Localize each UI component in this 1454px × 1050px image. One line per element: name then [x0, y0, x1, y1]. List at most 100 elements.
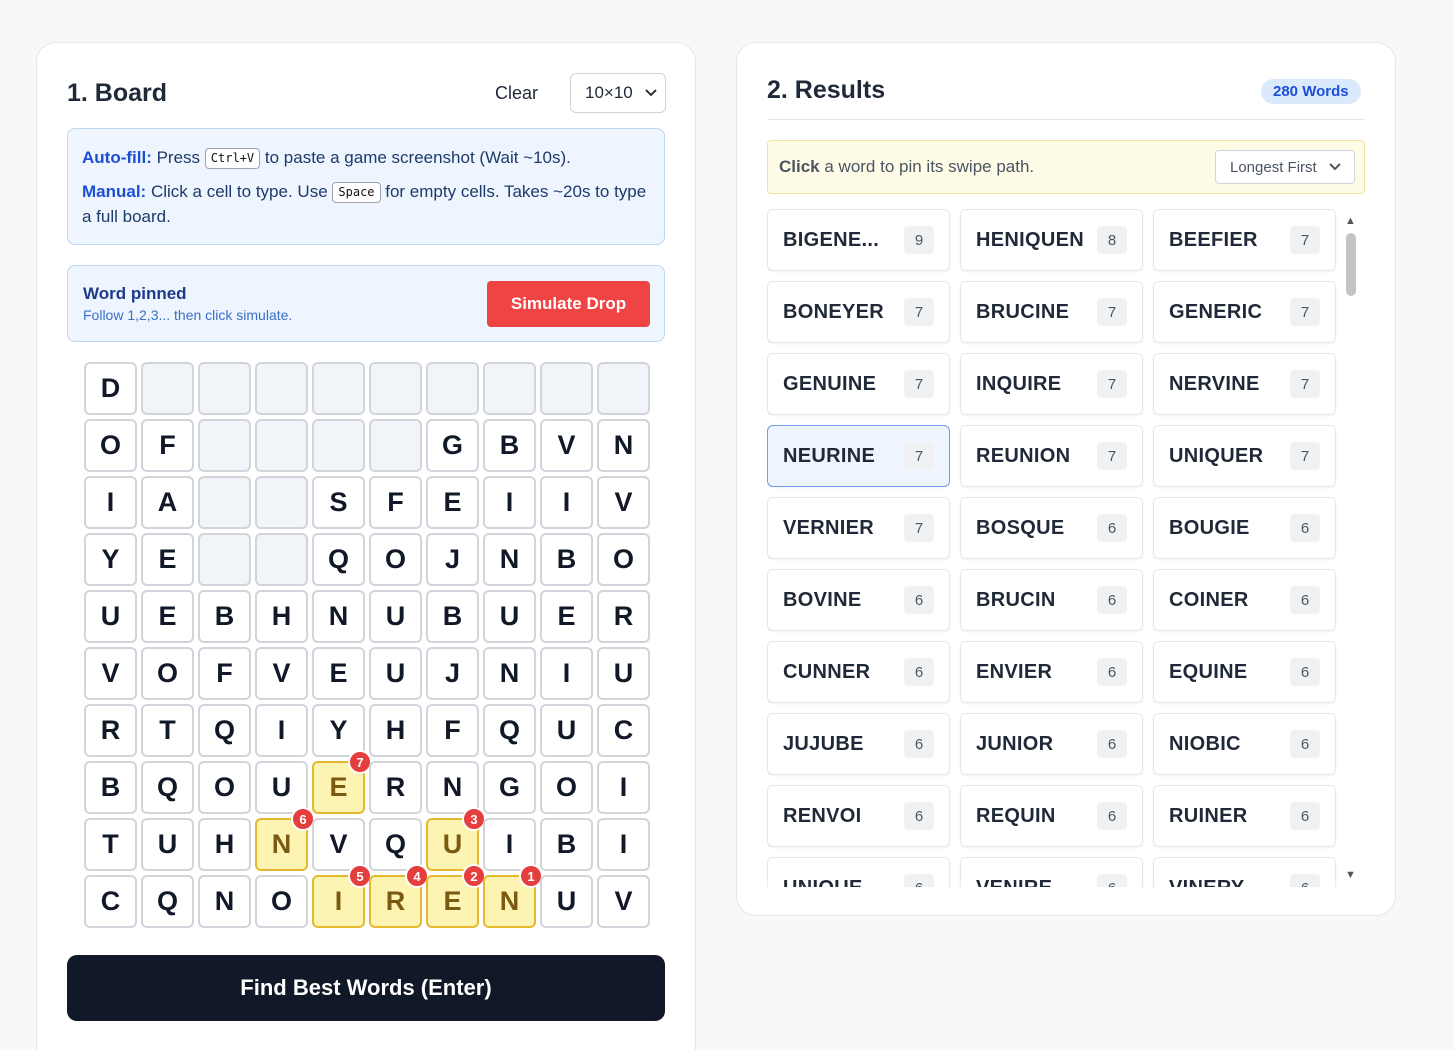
- board-cell[interactable]: N: [597, 419, 650, 472]
- board-size-select[interactable]: 10×10: [570, 73, 666, 113]
- board-cell[interactable]: O: [369, 533, 422, 586]
- board-cell[interactable]: Q: [312, 533, 365, 586]
- board-cell[interactable]: T: [141, 704, 194, 757]
- word-card[interactable]: JUNIOR 6: [960, 713, 1143, 775]
- board-cell[interactable]: T: [84, 818, 137, 871]
- board-cell[interactable]: O: [84, 419, 137, 472]
- board-cell[interactable]: N: [483, 533, 536, 586]
- board-cell[interactable]: V: [597, 476, 650, 529]
- board-cell[interactable]: U: [540, 704, 593, 757]
- board-cell[interactable]: J: [426, 647, 479, 700]
- word-card[interactable]: BOUGIE 6: [1153, 497, 1336, 559]
- board-cell[interactable]: N: [426, 761, 479, 814]
- board-cell[interactable]: [198, 362, 251, 415]
- board-cell[interactable]: N: [198, 875, 251, 928]
- board-cell[interactable]: F: [198, 647, 251, 700]
- results-list[interactable]: BIGENE... 9 HENIQUEN 8 BEEFIER 7 BONEYER 7 BRUCI…: [767, 209, 1337, 887]
- board-cell[interactable]: [198, 476, 251, 529]
- results-scrollbar[interactable]: ▲ ▼: [1343, 215, 1359, 881]
- board-cell[interactable]: E2: [426, 864, 486, 928]
- board-cell[interactable]: G: [483, 761, 536, 814]
- board-cell[interactable]: B: [84, 761, 137, 814]
- board-cell[interactable]: [369, 419, 422, 472]
- board-cell[interactable]: Q: [198, 704, 251, 757]
- board-cell[interactable]: I: [483, 818, 536, 871]
- word-card[interactable]: BONEYER 7: [767, 281, 950, 343]
- board-cell[interactable]: [312, 419, 365, 472]
- board-cell[interactable]: I: [540, 476, 593, 529]
- board-cell[interactable]: N: [483, 647, 536, 700]
- board-cell[interactable]: I: [483, 476, 536, 529]
- board-cell[interactable]: U: [84, 590, 137, 643]
- board-cell[interactable]: N1: [483, 864, 543, 928]
- board-cell[interactable]: B: [426, 590, 479, 643]
- board-cell[interactable]: C: [597, 704, 650, 757]
- board-cell[interactable]: R: [84, 704, 137, 757]
- word-card[interactable]: NEURINE 7: [767, 425, 950, 487]
- board-cell[interactable]: U: [141, 818, 194, 871]
- board-cell[interactable]: O: [198, 761, 251, 814]
- word-card[interactable]: VERNIER 7: [767, 497, 950, 559]
- word-card[interactable]: BIGENE... 9: [767, 209, 950, 271]
- board-cell[interactable]: I: [597, 761, 650, 814]
- board-cell[interactable]: R: [597, 590, 650, 643]
- word-card[interactable]: BOVINE 6: [767, 569, 950, 631]
- board-cell[interactable]: G: [426, 419, 479, 472]
- board-cell[interactable]: I: [540, 647, 593, 700]
- board-cell[interactable]: [198, 419, 251, 472]
- board-cell[interactable]: E: [141, 590, 194, 643]
- word-card[interactable]: RENVOI 6: [767, 785, 950, 847]
- board-cell[interactable]: E: [426, 476, 479, 529]
- board-cell[interactable]: R4: [369, 864, 429, 928]
- board-cell[interactable]: [255, 476, 308, 529]
- board-cell[interactable]: U: [369, 647, 422, 700]
- board-cell[interactable]: U3: [426, 807, 486, 871]
- board-cell[interactable]: V: [255, 647, 308, 700]
- board-cell[interactable]: J: [426, 533, 479, 586]
- board-cell[interactable]: U: [597, 647, 650, 700]
- board-cell[interactable]: B: [540, 818, 593, 871]
- simulate-drop-button[interactable]: Simulate Drop: [487, 281, 650, 327]
- word-card[interactable]: GENERIC 7: [1153, 281, 1336, 343]
- board-cell[interactable]: I: [84, 476, 137, 529]
- word-card[interactable]: BRUCINE 7: [960, 281, 1143, 343]
- board-cell[interactable]: H: [255, 590, 308, 643]
- board-cell[interactable]: C: [84, 875, 137, 928]
- board-cell[interactable]: Q: [483, 704, 536, 757]
- board-cell[interactable]: B: [198, 590, 251, 643]
- word-card[interactable]: CUNNER 6: [767, 641, 950, 703]
- word-card[interactable]: EQUINE 6: [1153, 641, 1336, 703]
- board-cell[interactable]: I: [255, 704, 308, 757]
- board-cell[interactable]: O: [141, 647, 194, 700]
- board-cell[interactable]: E: [540, 590, 593, 643]
- word-card[interactable]: HENIQUEN 8: [960, 209, 1143, 271]
- board-cell[interactable]: V: [312, 818, 365, 871]
- word-card[interactable]: BOSQUE 6: [960, 497, 1143, 559]
- scroll-down-arrow-icon[interactable]: ▼: [1345, 869, 1356, 881]
- board-cell[interactable]: E7: [312, 750, 372, 814]
- word-card[interactable]: NERVINE 7: [1153, 353, 1336, 415]
- board-cell[interactable]: O: [597, 533, 650, 586]
- board-cell[interactable]: Q: [369, 818, 422, 871]
- board-cell[interactable]: V: [84, 647, 137, 700]
- board-cell[interactable]: D: [84, 362, 137, 415]
- board-cell[interactable]: [483, 362, 536, 415]
- board-cell[interactable]: [597, 362, 650, 415]
- board-cell[interactable]: F: [369, 476, 422, 529]
- board-cell[interactable]: U: [540, 875, 593, 928]
- board-cell[interactable]: I5: [312, 864, 372, 928]
- board-cell[interactable]: U: [369, 590, 422, 643]
- board-cell[interactable]: [312, 362, 365, 415]
- board-cell[interactable]: E: [312, 647, 365, 700]
- word-card[interactable]: JUJUBE 6: [767, 713, 950, 775]
- word-card[interactable]: ENVIER 6: [960, 641, 1143, 703]
- board-cell[interactable]: U: [483, 590, 536, 643]
- board-cell[interactable]: B: [540, 533, 593, 586]
- board-cell[interactable]: R: [369, 761, 422, 814]
- word-card[interactable]: GENUINE 7: [767, 353, 950, 415]
- board-cell[interactable]: Y: [84, 533, 137, 586]
- board-cell[interactable]: [540, 362, 593, 415]
- scroll-up-arrow-icon[interactable]: ▲: [1345, 215, 1356, 227]
- board-cell[interactable]: Y: [312, 704, 365, 757]
- board-cell[interactable]: N: [312, 590, 365, 643]
